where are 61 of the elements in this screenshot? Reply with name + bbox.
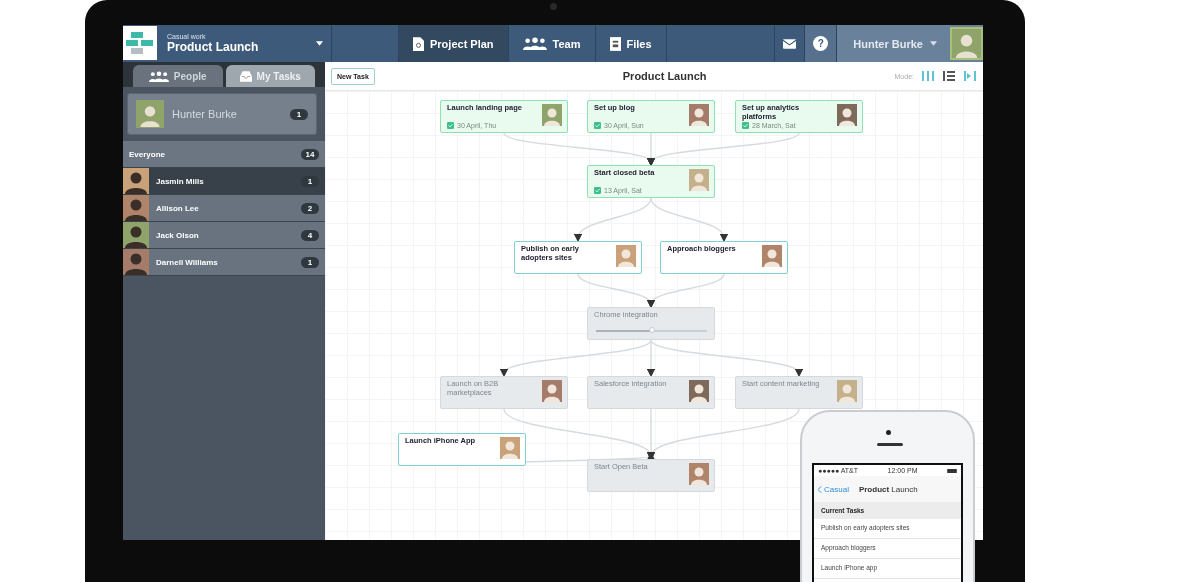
count-badge: 1 xyxy=(301,256,319,268)
people-icon xyxy=(148,70,169,82)
avatar xyxy=(123,249,149,275)
chevron-left-icon xyxy=(818,485,822,493)
count-badge: 14 xyxy=(301,148,319,160)
list-mode-button[interactable] xyxy=(943,70,956,82)
checkmark-icon xyxy=(594,122,601,129)
people-icon xyxy=(522,37,547,50)
battery-icon xyxy=(947,468,957,473)
person-name: Jack Olson xyxy=(156,230,200,240)
count-badge: 4 xyxy=(301,229,319,241)
tray-icon xyxy=(239,70,252,82)
split-mode-button[interactable] xyxy=(964,70,977,82)
avatar xyxy=(689,463,709,485)
avatar xyxy=(542,380,562,402)
mail-icon xyxy=(783,38,797,49)
avatar xyxy=(689,104,709,126)
person-row[interactable]: Darnell Williams 1 xyxy=(123,249,325,276)
board-title: Product Launch xyxy=(621,70,708,82)
count-badge: 1 xyxy=(290,108,308,120)
avatar xyxy=(837,380,857,402)
person-row[interactable]: Allison Lee 2 xyxy=(123,195,325,222)
person-row[interactable]: Jasmin Mills 1 xyxy=(123,168,325,195)
project-name: Product Launch xyxy=(167,40,260,54)
checkmark-icon xyxy=(594,187,601,194)
avatar xyxy=(837,104,857,126)
person-name: Darnell Williams xyxy=(156,257,219,267)
logo-icon xyxy=(123,26,157,60)
count-badge: 1 xyxy=(301,175,319,187)
help-button[interactable]: ? xyxy=(805,25,838,62)
avatar xyxy=(123,168,149,194)
avatar xyxy=(689,380,709,402)
camera-lens xyxy=(550,3,557,10)
person-name: Jasmin Mills xyxy=(156,176,205,186)
avatar xyxy=(500,437,520,459)
avatar xyxy=(123,195,149,221)
count-badge: 2 xyxy=(301,202,319,214)
file-icon xyxy=(609,36,621,51)
screen-title: Product Launch xyxy=(858,484,918,494)
user-name: Hunter Burke xyxy=(172,108,238,120)
avatar xyxy=(136,100,164,128)
person-name: Allison Lee xyxy=(156,203,200,213)
current-user-card[interactable]: Hunter Burke 1 xyxy=(127,93,317,135)
group-row[interactable]: Everyone 14 xyxy=(123,141,325,168)
document-icon xyxy=(413,36,424,51)
back-button[interactable]: Casual xyxy=(818,484,849,494)
user-name: Hunter Burke xyxy=(853,37,923,50)
avatar xyxy=(123,222,149,248)
checkmark-icon xyxy=(447,122,454,129)
avatar xyxy=(616,245,636,267)
checkmark-icon xyxy=(742,122,749,129)
avatar xyxy=(689,169,709,191)
columns-mode-button[interactable] xyxy=(922,70,935,82)
caret-icon xyxy=(316,41,323,46)
avatar xyxy=(762,245,782,267)
nav-tab[interactable]: Project Plan xyxy=(399,25,509,62)
avatar xyxy=(950,27,983,60)
caret-icon xyxy=(930,41,937,46)
avatar xyxy=(542,104,562,126)
person-row[interactable]: Jack Olson 4 xyxy=(123,222,325,249)
group-name: Everyone xyxy=(129,149,167,159)
